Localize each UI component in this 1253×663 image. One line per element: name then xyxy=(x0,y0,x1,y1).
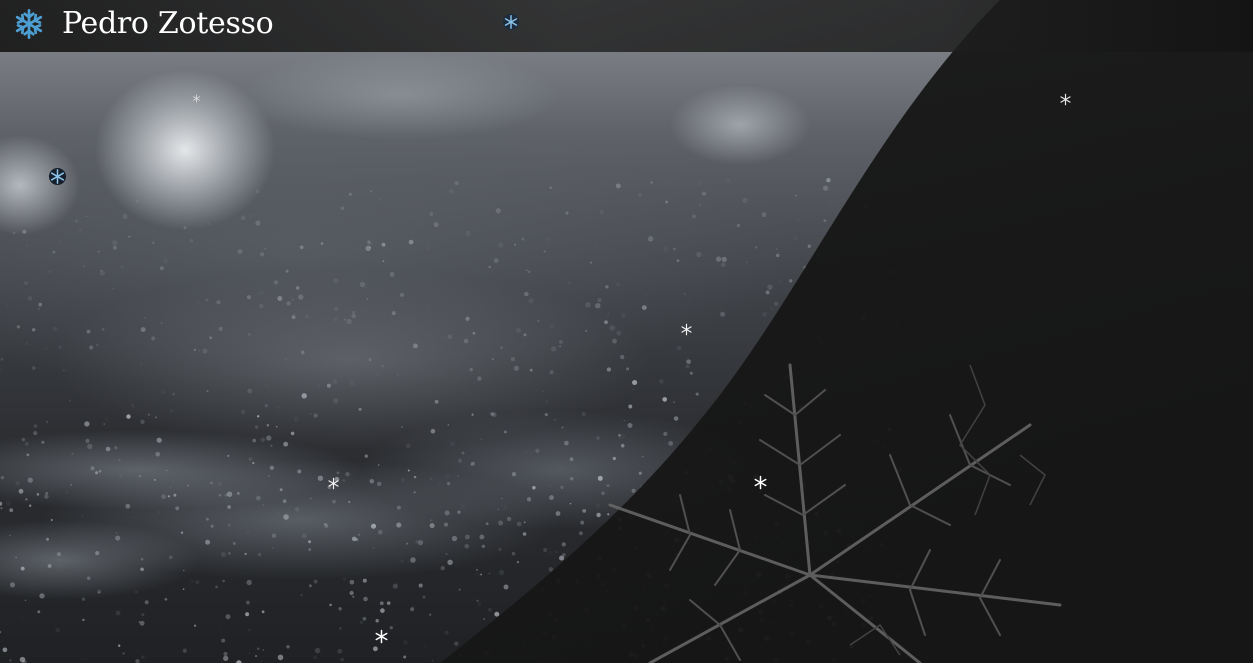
page: Pedro Zotesso xyxy=(0,0,1253,663)
snowflake-icon xyxy=(375,629,388,644)
snowflake-crystal-decoration xyxy=(608,363,1062,663)
snowflake-icon xyxy=(48,167,67,186)
snowflake-icon xyxy=(754,475,767,490)
snowflake-icon xyxy=(1060,93,1071,106)
snowflake-icon xyxy=(681,323,692,336)
snowflake-icon xyxy=(192,94,201,103)
snowflake-icon xyxy=(328,477,339,490)
site-title[interactable]: Pedro Zotesso xyxy=(62,5,274,43)
snowflake-icon[interactable] xyxy=(12,7,46,41)
site-header: Pedro Zotesso xyxy=(0,0,1253,52)
snowflake-icon xyxy=(502,13,520,31)
